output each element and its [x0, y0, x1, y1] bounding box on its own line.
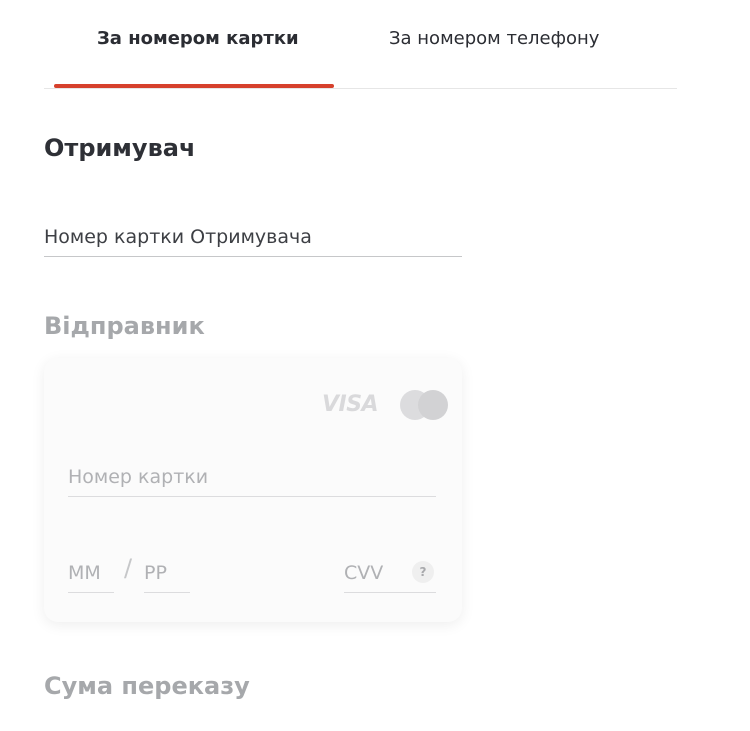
sender-card-number-input[interactable] — [68, 458, 436, 497]
recipient-heading: Отримувач — [44, 134, 196, 162]
sender-card-form: VISA / ? — [44, 358, 462, 622]
expiry-month-input[interactable] — [68, 554, 114, 593]
mastercard-logo-icon — [400, 390, 448, 420]
transfer-page: За номером картки За номером телефону От… — [0, 0, 750, 731]
transfer-tabs: За номером картки За номером телефону — [44, 0, 677, 89]
transfer-amount-heading: Сума переказу — [44, 672, 250, 700]
expiry-separator: / — [124, 554, 133, 582]
expiry-year-input[interactable] — [144, 554, 190, 593]
visa-logo-icon: VISA — [322, 392, 379, 417]
cvv-help-icon[interactable]: ? — [412, 561, 434, 583]
active-tab-indicator — [54, 84, 334, 88]
sender-heading: Відправник — [44, 312, 205, 340]
tab-by-phone-number[interactable]: За номером телефону — [389, 28, 599, 49]
tab-by-card-number[interactable]: За номером картки — [97, 28, 299, 49]
recipient-card-number-input[interactable] — [44, 218, 462, 257]
